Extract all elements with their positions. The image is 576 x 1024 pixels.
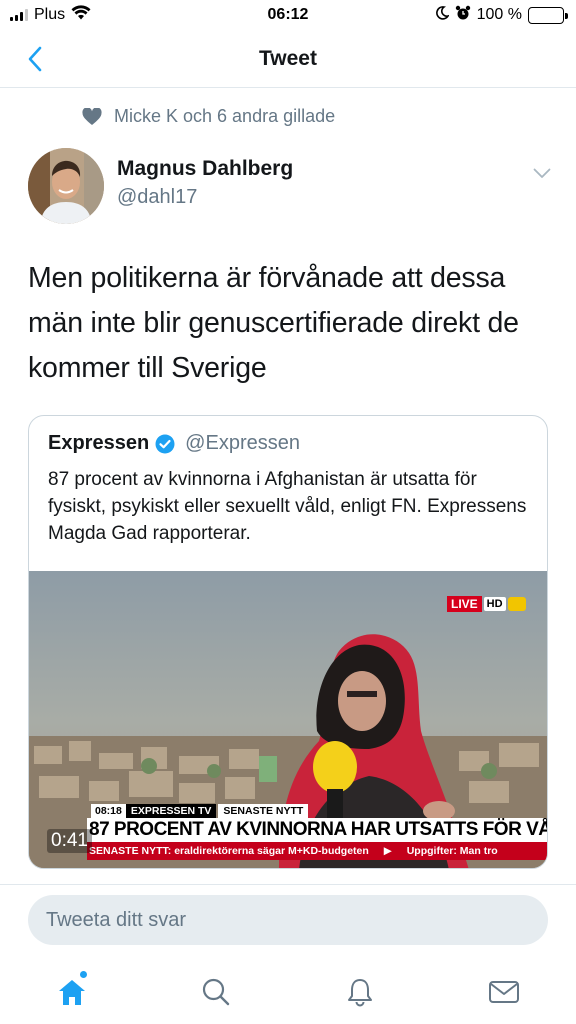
live-badge: LIVE HD <box>447 596 526 612</box>
tweet-text: Men politikerna är förvånade att dessa m… <box>28 262 519 384</box>
tab-notifications[interactable] <box>330 962 390 1022</box>
author-name[interactable]: Magnus Dahlberg <box>117 157 293 181</box>
ticker-bottom-text: eraldirektörerna sägar M+KD-budgeten <box>174 845 369 857</box>
video-player[interactable]: LIVE HD 08:18 EXPRESSEN TV SENASTE NYTT … <box>29 571 548 868</box>
alarm-icon <box>455 5 471 26</box>
quote-header: Expressen @Expressen <box>48 432 300 455</box>
author-handle[interactable]: @dahl17 <box>117 186 197 209</box>
bell-icon <box>348 979 372 1007</box>
avatar-image <box>28 148 104 224</box>
divider <box>0 884 576 885</box>
verified-badge-icon <box>155 434 175 453</box>
quote-author-handle: @Expressen <box>185 432 300 454</box>
video-headline: 87 PROCENT AV KVINNORNA HAR UTSATTS FÖR … <box>87 818 548 842</box>
tab-bar <box>0 960 576 1024</box>
back-button[interactable] <box>18 42 52 76</box>
battery-icon <box>528 6 568 24</box>
status-left: Plus <box>10 5 91 25</box>
chevron-down-icon <box>533 168 551 178</box>
quoted-tweet[interactable]: Expressen @Expressen 87 procent av kvinn… <box>28 415 548 869</box>
tab-home[interactable] <box>42 962 102 1022</box>
heart-icon <box>82 107 102 125</box>
live-label: LIVE <box>447 596 482 612</box>
moon-icon <box>435 5 450 25</box>
page-title: Tweet <box>259 46 317 70</box>
ticker-channel: EXPRESSEN TV <box>125 804 217 818</box>
wifi-icon <box>71 5 91 25</box>
status-bar: Plus 06:12 100 % <box>0 0 576 30</box>
battery-percent: 100 % <box>476 6 522 23</box>
reply-input[interactable]: Tweeta ditt svar <box>28 895 548 945</box>
carrier-label: Plus <box>34 6 66 23</box>
tab-messages[interactable] <box>474 962 534 1022</box>
liked-by-text: Micke K och 6 andra gillade <box>114 106 336 126</box>
ticker-arrow-icon: ▶ <box>383 845 392 857</box>
ticker-bottom: SENASTE NYTT: eraldirektörerna sägar M+K… <box>87 842 547 860</box>
mail-icon <box>489 981 519 1003</box>
notification-dot <box>79 970 88 979</box>
avatar[interactable] <box>28 148 104 224</box>
ticker-bottom-text-2: Uppgifter: Man tro <box>406 845 498 857</box>
hd-label: HD <box>483 597 506 611</box>
video-timestamp: 0:41 <box>47 829 92 853</box>
home-icon <box>59 980 85 1005</box>
quote-author-name: Expressen <box>48 432 150 454</box>
ticker-bottom-label: SENASTE NYTT: <box>89 845 172 857</box>
quote-text: 87 procent av kvinnorna i Afghanistan är… <box>48 469 527 544</box>
tab-search[interactable] <box>186 962 246 1022</box>
status-right: 100 % <box>435 5 568 26</box>
chevron-left-icon <box>28 46 42 72</box>
ticker-breaking: SENASTE NYTT <box>218 804 309 818</box>
channel-logo-icon <box>507 597 526 611</box>
liked-by-row[interactable]: Micke K och 6 andra gillade <box>82 106 335 127</box>
tweet-options-button[interactable] <box>528 162 556 184</box>
ticker-top: 08:18 EXPRESSEN TV SENASTE NYTT <box>91 804 309 818</box>
nav-bar: Tweet <box>0 30 576 88</box>
ticker-time: 08:18 <box>91 804 126 818</box>
signal-icon <box>10 9 28 21</box>
search-icon <box>202 978 230 1006</box>
